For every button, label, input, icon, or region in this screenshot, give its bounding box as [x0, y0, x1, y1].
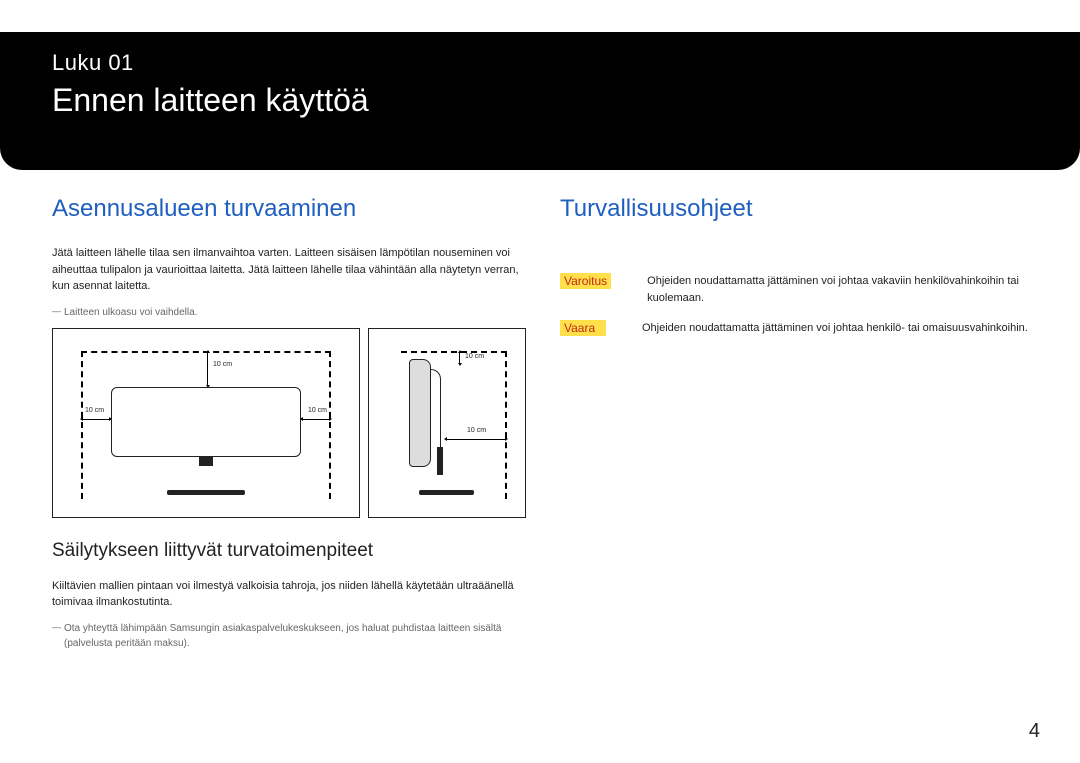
- right-column: Turvallisuusohjeet Varoitus Ohjeiden nou…: [560, 195, 1030, 659]
- content-columns: Asennusalueen turvaaminen Jätä laitteen …: [52, 195, 1032, 659]
- warning-text: Ohjeiden noudattamatta jättäminen voi jo…: [647, 273, 1030, 306]
- left-column: Asennusalueen turvaaminen Jätä laitteen …: [52, 195, 530, 659]
- diagram-front-view: 10 cm 10 cm 10 cm: [52, 328, 360, 518]
- monitor-stand-front-icon: [167, 490, 245, 495]
- monitor-front-icon: [111, 387, 301, 457]
- chapter-label: Luku 01: [52, 50, 134, 76]
- section-heading-safety: Turvallisuusohjeet: [560, 195, 1030, 223]
- clearance-right-front: 10 cm: [308, 407, 327, 414]
- arrow-left-front: [83, 419, 109, 420]
- clearance-diagrams: 10 cm 10 cm 10 cm 10 cm 10 cm: [52, 328, 530, 518]
- clearance-back-side: 10 cm: [467, 427, 486, 434]
- clearance-top-side: 10 cm: [465, 353, 484, 360]
- installation-note: Laitteen ulkoasu voi vaihdella.: [52, 305, 530, 320]
- arrow-top-side: [459, 353, 460, 363]
- document-page: Luku 01 Ennen laitteen käyttöä Asennusal…: [0, 0, 1080, 763]
- section-heading-installation: Asennusalueen turvaaminen: [52, 195, 530, 223]
- diagram-side-view: 10 cm 10 cm: [368, 328, 526, 518]
- storage-body: Kiiltävien mallien pintaan voi ilmestyä …: [52, 578, 530, 611]
- chapter-header: Luku 01 Ennen laitteen käyttöä: [0, 32, 1080, 170]
- installation-body: Jätä laitteen lähelle tilaa sen ilmanvai…: [52, 245, 530, 295]
- warning-tag: Varoitus: [560, 273, 611, 289]
- clearance-left-front: 10 cm: [85, 407, 104, 414]
- clearance-top-front: 10 cm: [213, 361, 232, 368]
- arrow-top-front: [207, 353, 208, 385]
- chapter-title: Ennen laitteen käyttöä: [52, 82, 369, 119]
- arrow-back-side: [447, 439, 505, 440]
- monitor-stand-post-icon: [437, 447, 443, 475]
- monitor-stand-base-side-icon: [419, 490, 474, 495]
- caution-text: Ohjeiden noudattamatta jättäminen voi jo…: [642, 320, 1028, 337]
- safety-row-caution: Vaara Ohjeiden noudattamatta jättäminen …: [560, 320, 1030, 337]
- storage-note: Ota yhteyttä lähimpään Samsungin asiakas…: [52, 621, 530, 651]
- page-number: 4: [1029, 720, 1040, 743]
- arrow-right-front: [303, 419, 329, 420]
- monitor-side-icon: [409, 359, 431, 467]
- safety-row-warning: Varoitus Ohjeiden noudattamatta jättämin…: [560, 273, 1030, 306]
- caution-tag: Vaara: [560, 320, 606, 336]
- section-subheading-storage: Säilytykseen liittyvät turvatoimenpiteet: [52, 540, 530, 562]
- monitor-side-back-icon: [431, 369, 441, 454]
